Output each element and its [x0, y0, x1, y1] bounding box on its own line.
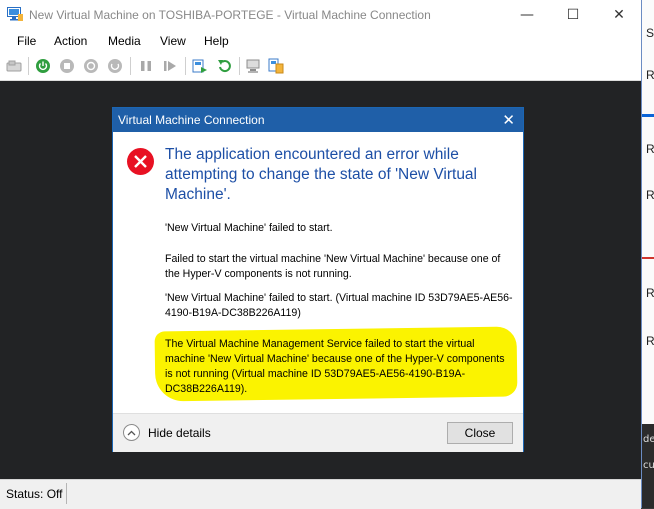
menu-action[interactable]: Action: [54, 34, 87, 48]
enhanced-session-icon[interactable]: [246, 58, 262, 74]
close-window-button[interactable]: ✕: [596, 0, 642, 30]
save-icon[interactable]: [107, 58, 123, 74]
bg-letter: S: [646, 26, 654, 40]
hide-details-button[interactable]: Hide details: [123, 424, 211, 441]
vm-connection-app-icon: [7, 7, 23, 21]
start-icon[interactable]: [35, 58, 51, 74]
shutdown-icon[interactable]: [83, 58, 99, 74]
bg-blue-line: [642, 114, 654, 117]
share-icon[interactable]: [268, 58, 284, 74]
status-text: Status: Off: [6, 487, 63, 501]
revert-icon[interactable]: [216, 58, 232, 74]
maximize-button[interactable]: ☐: [550, 0, 596, 30]
error-icon: [127, 148, 154, 175]
minimize-button[interactable]: —: [504, 0, 550, 30]
status-bar: Status: Off: [0, 479, 641, 509]
dialog-title: Virtual Machine Connection: [118, 113, 265, 127]
menu-bar: File Action Media View Help: [0, 30, 641, 52]
background-dark-area: de cu: [642, 424, 654, 508]
bg-letter: R: [646, 68, 654, 82]
dialog-close-icon[interactable]: ✕: [502, 111, 515, 129]
checkpoint-icon[interactable]: [192, 58, 208, 74]
main-instruction: The application encountered an error whi…: [165, 146, 477, 203]
toolbar-separator: [130, 57, 131, 75]
pause-icon[interactable]: [138, 58, 154, 74]
error-message: 'New Virtual Machine' failed to start. (…: [165, 292, 513, 319]
status-separator: [66, 483, 67, 504]
bg-letter: R: [646, 142, 654, 156]
bg-letter: cu: [643, 460, 654, 471]
error-message: Failed to start the virtual machine 'New…: [165, 253, 501, 280]
menu-view[interactable]: View: [160, 34, 186, 48]
reset-icon[interactable]: [162, 58, 178, 74]
menu-file[interactable]: File: [17, 34, 36, 48]
turn-off-icon[interactable]: [59, 58, 75, 74]
menu-help[interactable]: Help: [204, 34, 229, 48]
bg-red-line: [642, 257, 654, 259]
toolbar: [0, 52, 641, 81]
toolbar-separator: [28, 57, 29, 75]
bg-letter: de: [643, 434, 654, 445]
window-title: New Virtual Machine on TOSHIBA-PORTEGE -…: [29, 8, 431, 22]
toolbar-separator: [185, 57, 186, 75]
bg-letter: R: [646, 286, 654, 300]
menu-media[interactable]: Media: [108, 34, 141, 48]
hide-details-label: Hide details: [148, 425, 211, 440]
toolbar-separator: [239, 57, 240, 75]
bg-letter: R: [646, 334, 654, 348]
dialog-footer: Hide details Close: [113, 413, 523, 452]
ctrl-alt-del-icon[interactable]: [6, 58, 22, 74]
chevron-up-icon: [123, 424, 140, 441]
title-bar: New Virtual Machine on TOSHIBA-PORTEGE -…: [0, 0, 641, 30]
highlighted-error-message: The Virtual Machine Management Service f…: [165, 338, 505, 395]
error-dialog: Virtual Machine Connection ✕ The applica…: [112, 107, 524, 452]
maximize-icon: ☐: [566, 7, 580, 23]
dialog-title-bar: Virtual Machine Connection ✕: [113, 108, 523, 132]
bg-letter: R: [646, 188, 654, 202]
minimize-icon: —: [520, 7, 534, 23]
close-icon: ✕: [613, 7, 625, 23]
error-message: 'New Virtual Machine' failed to start.: [165, 222, 333, 234]
close-button[interactable]: Close: [447, 422, 513, 444]
